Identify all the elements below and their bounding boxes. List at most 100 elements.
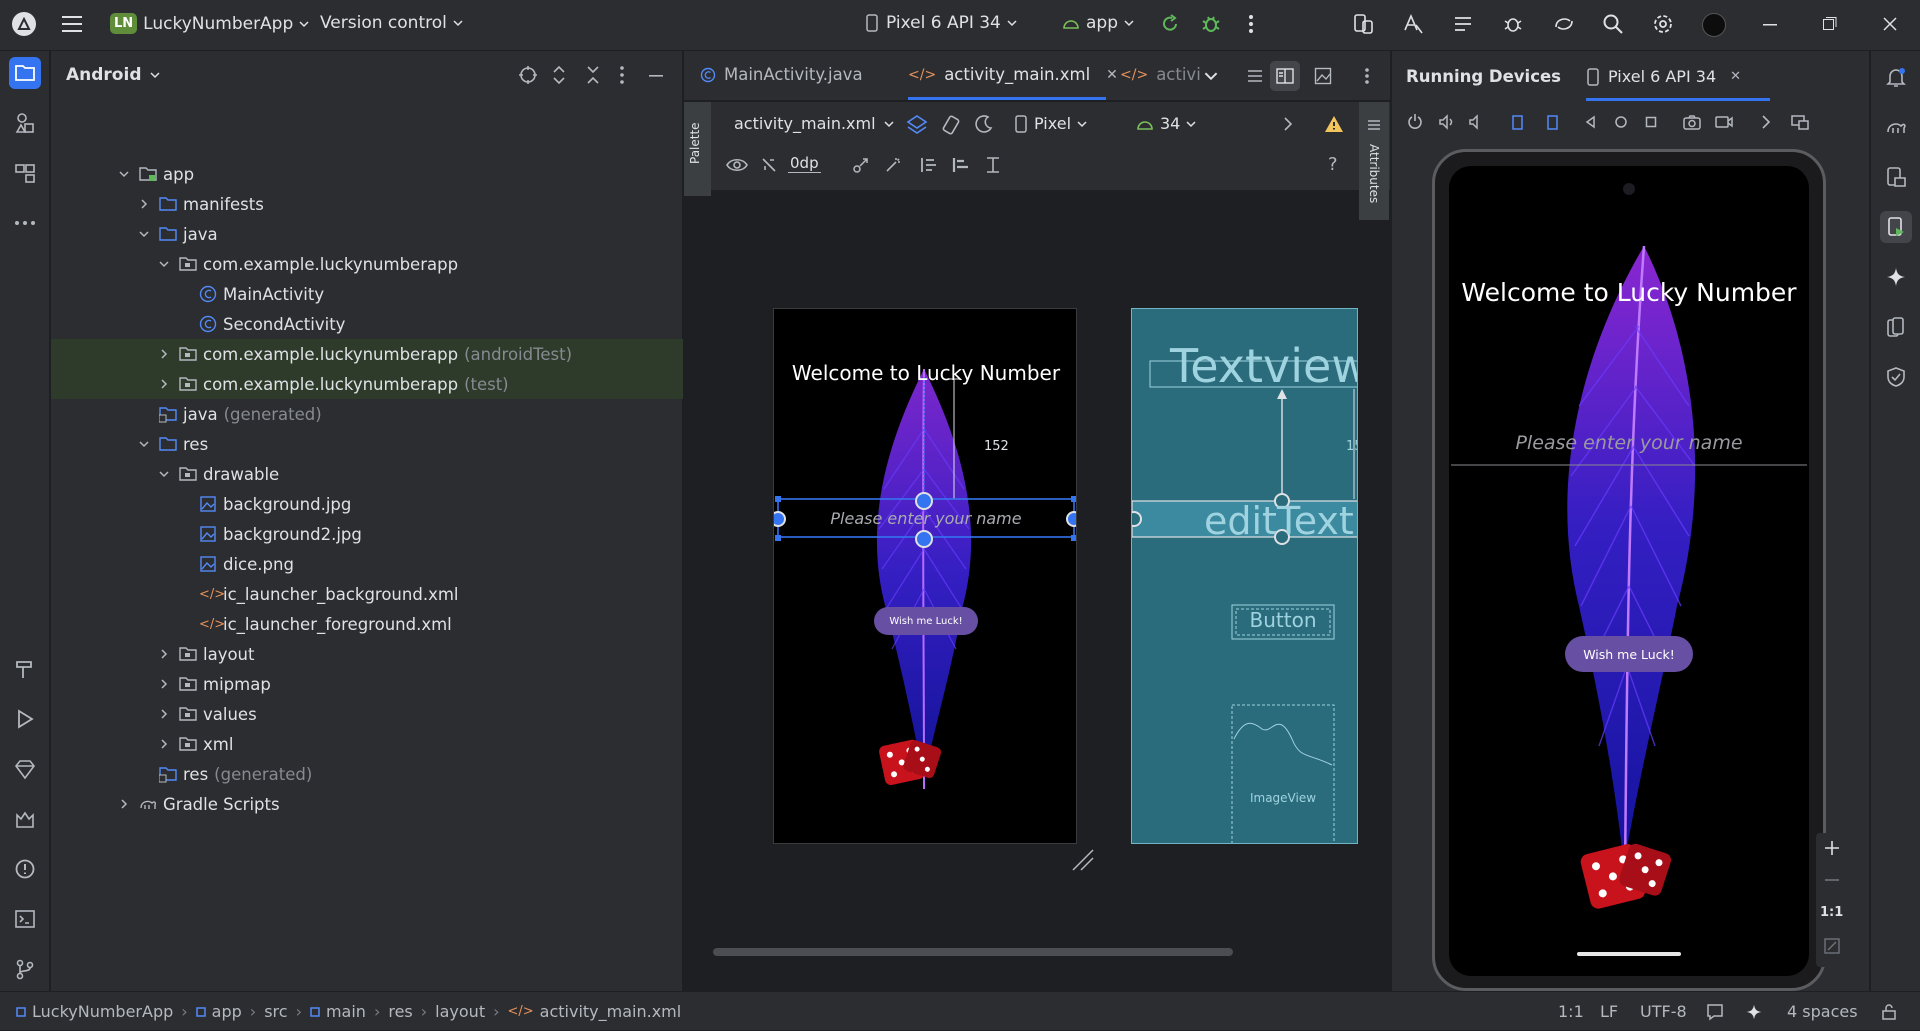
editor-options-icon[interactable] xyxy=(1364,67,1370,85)
tab-running-device[interactable]: Pixel 6 API 34 ✕ xyxy=(1586,67,1741,86)
file-encoding[interactable]: UTF-8 xyxy=(1640,1002,1687,1021)
chevron-down-icon[interactable] xyxy=(157,257,171,271)
default-margin-field[interactable]: 0dp xyxy=(788,154,821,173)
version-control-menu[interactable]: Version control xyxy=(320,13,463,33)
blueprint-textview-label[interactable]: Textview xyxy=(1170,339,1357,393)
device-name-input[interactable]: Please enter your name xyxy=(1449,432,1809,454)
tree-item[interactable]: Gradle Scripts xyxy=(51,789,683,819)
build-button[interactable] xyxy=(9,653,41,685)
device-file-explorer-button[interactable] xyxy=(1880,161,1912,193)
design-preview[interactable]: Welcome to Lucky Number 152 Please enter… xyxy=(773,308,1077,844)
translate-icon[interactable] xyxy=(1402,13,1424,35)
terminal-button[interactable] xyxy=(9,903,41,935)
tree-item[interactable]: res xyxy=(51,429,683,459)
chevron-right-icon[interactable] xyxy=(157,737,171,751)
chevron-right-icon[interactable] xyxy=(1760,114,1772,130)
rotate-right-icon[interactable] xyxy=(1542,113,1560,131)
chevron-right-icon[interactable] xyxy=(157,347,171,361)
tree-item[interactable]: com.example.luckynumberapp (androidTest) xyxy=(51,339,683,369)
rotate-left-icon[interactable] xyxy=(1510,113,1528,131)
tab-list-chevron-icon[interactable] xyxy=(1204,69,1218,83)
split-view-icon[interactable] xyxy=(1270,61,1300,91)
code-view-icon[interactable] xyxy=(1246,67,1264,85)
tree-item[interactable]: res (generated) xyxy=(51,759,683,789)
tree-item[interactable]: background.jpg xyxy=(51,489,683,519)
home-icon[interactable] xyxy=(1612,113,1630,131)
chevron-right-icon[interactable] xyxy=(157,677,171,691)
clear-constraints-icon[interactable] xyxy=(852,156,870,174)
panel-options-icon[interactable] xyxy=(619,65,625,85)
zoom-in-icon[interactable] xyxy=(1823,839,1841,857)
blueprint-imageview-label[interactable]: ImageView xyxy=(1232,791,1334,805)
volume-up-icon[interactable] xyxy=(1438,113,1456,131)
chevron-down-icon[interactable] xyxy=(117,167,131,181)
problems-button[interactable] xyxy=(9,853,41,885)
blueprint-preview[interactable]: Textview 15 editText Button ImageView xyxy=(1131,308,1358,844)
gemini-button[interactable] xyxy=(1880,261,1912,293)
attributes-strip[interactable]: Attributes xyxy=(1359,102,1389,220)
structure-button[interactable] xyxy=(9,157,41,189)
git-button[interactable] xyxy=(9,953,41,985)
layout-file-select[interactable]: activity_main.xml xyxy=(734,114,894,133)
restore-window-icon[interactable] xyxy=(1822,14,1838,34)
debug-icon[interactable] xyxy=(1200,13,1222,35)
notifications-button[interactable] xyxy=(1880,61,1912,93)
tree-item[interactable]: MainActivity xyxy=(51,279,683,309)
warning-icon[interactable] xyxy=(1324,114,1344,134)
breadcrumb-item[interactable]: src xyxy=(264,1002,287,1021)
apply-changes-icon[interactable] xyxy=(1160,14,1180,34)
blueprint-edittext-label[interactable]: editText xyxy=(1204,499,1354,543)
more-actions-icon[interactable] xyxy=(1248,14,1254,34)
chevron-down-icon[interactable] xyxy=(137,227,151,241)
tree-item[interactable]: xml xyxy=(51,729,683,759)
design-surface-icon[interactable] xyxy=(906,114,928,136)
device-explorer-button[interactable] xyxy=(1880,311,1912,343)
project-tool-button[interactable] xyxy=(9,57,41,89)
chevron-right-icon[interactable] xyxy=(157,377,171,391)
more-tools-button[interactable] xyxy=(9,207,41,239)
search-icon[interactable] xyxy=(1602,13,1624,35)
help-icon[interactable]: ? xyxy=(1328,154,1338,175)
settings-gear-icon[interactable] xyxy=(1652,13,1674,35)
indent-setting[interactable]: 4 spaces xyxy=(1787,1002,1858,1021)
align-icon[interactable] xyxy=(952,156,970,174)
overview-icon[interactable] xyxy=(1642,113,1660,131)
project-selector[interactable]: LN LuckyNumberApp xyxy=(110,13,309,34)
tree-item[interactable]: values xyxy=(51,699,683,729)
tree-item[interactable]: app xyxy=(51,159,683,189)
pack-icon[interactable] xyxy=(920,156,938,174)
tree-item[interactable]: manifests xyxy=(51,189,683,219)
run-button[interactable] xyxy=(9,703,41,735)
infer-constraints-icon[interactable] xyxy=(884,156,902,174)
close-tab-icon[interactable]: ✕ xyxy=(1106,67,1118,83)
chevron-right-icon[interactable] xyxy=(157,707,171,721)
blueprint-button-label[interactable]: Button xyxy=(1232,608,1334,632)
breadcrumb-item[interactable]: res xyxy=(388,1002,412,1021)
chevron-right-icon[interactable] xyxy=(1282,116,1294,132)
night-mode-icon[interactable] xyxy=(974,114,994,134)
expand-all-icon[interactable] xyxy=(551,65,567,85)
breadcrumb-item[interactable]: app xyxy=(195,1002,242,1021)
breadcrumb-item[interactable]: main xyxy=(310,1002,366,1021)
tree-item[interactable]: java xyxy=(51,219,683,249)
chevron-down-icon[interactable] xyxy=(137,437,151,451)
tree-item[interactable]: background2.jpg xyxy=(51,519,683,549)
design-view-icon[interactable] xyxy=(1314,67,1332,85)
collapse-all-icon[interactable] xyxy=(585,65,601,85)
chevron-right-icon[interactable] xyxy=(137,197,151,211)
running-devices-button[interactable] xyxy=(1880,211,1912,243)
resource-manager-button[interactable] xyxy=(9,107,41,139)
tree-item[interactable]: layout xyxy=(51,639,683,669)
autoconnect-icon[interactable] xyxy=(760,156,778,174)
api-level-select[interactable]: 34 xyxy=(1136,114,1196,133)
palette-strip[interactable]: Palette xyxy=(684,102,711,196)
tree-item[interactable]: dice.png xyxy=(51,549,683,579)
project-view-selector[interactable]: Android xyxy=(66,65,160,85)
device-selector[interactable]: Pixel 6 API 34 xyxy=(864,13,1017,33)
breadcrumb-item[interactable]: </> activity_main.xml xyxy=(508,1002,682,1021)
android-studio-logo-icon[interactable] xyxy=(12,12,36,36)
back-icon[interactable] xyxy=(1582,113,1600,131)
device-preview-select[interactable]: Pixel xyxy=(1014,114,1087,133)
app-inspection-button[interactable] xyxy=(1880,361,1912,393)
close-tab-icon[interactable]: ✕ xyxy=(1730,69,1741,84)
